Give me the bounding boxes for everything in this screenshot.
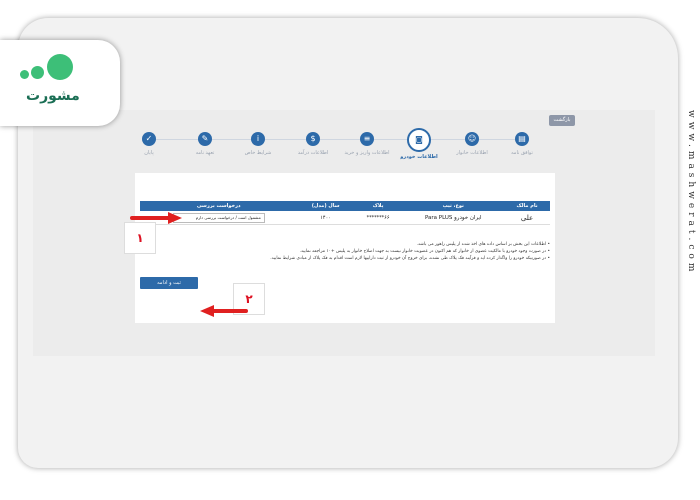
document-icon: ▤ — [515, 132, 529, 146]
step-label: اطلاعات درآمد — [297, 150, 329, 156]
request-select[interactable]: مشمول است / درخواست بررسی دارم ▾ — [172, 212, 265, 223]
arrow-left-icon — [200, 305, 248, 317]
col-year: سال (مدل) — [297, 201, 354, 211]
car-cell: ایران خودرو Para PLUS — [402, 211, 505, 225]
step-income[interactable]: $ اطلاعات درآمد — [286, 132, 340, 157]
step-label: اطلاعات خانوار — [456, 150, 488, 156]
annotation-badge-1: ۱ — [124, 222, 156, 254]
info-icon: i — [251, 132, 265, 146]
logo-wordmark: مشورت — [26, 88, 80, 104]
step-household[interactable]: ☺ اطلاعات خانوار — [445, 132, 499, 157]
logo-dot-large — [47, 54, 73, 80]
submit-continue-button[interactable]: ثبت و ادامه — [140, 277, 198, 289]
step-label: تعهد نامه — [195, 150, 215, 156]
owner-cell: علی — [504, 211, 550, 225]
vehicle-panel: نام مالک نوع، تیپ پلاک سال (مدل) درخواست… — [135, 173, 555, 323]
logo-card: مشورت — [0, 40, 120, 126]
wizard-stepper: ✓ پایان ✎ تعهد نامه i شرایط خاص $ اطلاعا… — [130, 128, 540, 168]
step-deposit[interactable]: ≡ اطلاعات واریز و خرید — [340, 132, 394, 157]
request-select-value: مشمول است / درخواست بررسی دارم — [195, 214, 261, 220]
note-line: • اطلاعات این بخش بر اساس داده های اخذ ش… — [416, 242, 550, 247]
step-label: پایان — [144, 150, 154, 156]
logo-dot-medium — [31, 66, 44, 79]
list-icon: ≡ — [360, 132, 374, 146]
col-owner: نام مالک — [504, 201, 550, 211]
arrow-right-icon — [130, 212, 182, 224]
info-notes: • اطلاعات این بخش بر اساس داده های اخذ ش… — [145, 241, 550, 262]
step-agreement[interactable]: ▤ توافق نامه — [495, 132, 549, 157]
step-label: اطلاعات واریز و خرید — [344, 150, 390, 156]
check-icon: ✓ — [142, 132, 156, 146]
logo-dot-small — [20, 70, 29, 79]
car-icon: ◙ — [407, 128, 431, 152]
pen-icon: ✎ — [198, 132, 212, 146]
step-vehicle[interactable]: ◙ اطلاعات خودرو — [392, 128, 446, 161]
step-end[interactable]: ✓ پایان — [122, 132, 176, 157]
vehicle-table: نام مالک نوع، تیپ پلاک سال (مدل) درخواست… — [140, 201, 550, 225]
step-label: اطلاعات خودرو — [400, 154, 438, 160]
back-button[interactable]: بازگشت — [549, 115, 575, 126]
col-car-type: نوع، تیپ — [402, 201, 505, 211]
money-bag-icon: $ — [306, 132, 320, 146]
step-label: توافق نامه — [511, 150, 533, 156]
year-cell: ۱۴۰۰ — [297, 211, 354, 225]
people-icon: ☺ — [465, 132, 479, 146]
step-label: شرایط خاص — [244, 150, 272, 156]
note-line: • در صورت وجود خودرو با مالکیت عضوی از خ… — [299, 249, 550, 254]
note-line: • در صورتیکه خودرو را واگذار کرده اید و … — [270, 256, 550, 261]
step-commitment[interactable]: ✎ تعهد نامه — [178, 132, 232, 157]
table-header-row: نام مالک نوع، تیپ پلاک سال (مدل) درخواست… — [140, 201, 550, 211]
site-url: www.mashwerat.com — [686, 110, 696, 276]
plate-cell: ۶۶******* — [353, 211, 403, 225]
step-special-conditions[interactable]: i شرایط خاص — [231, 132, 285, 157]
table-row: علی ایران خودرو Para PLUS ۶۶******* ۱۴۰۰… — [140, 211, 550, 225]
col-plate: پلاک — [353, 201, 403, 211]
